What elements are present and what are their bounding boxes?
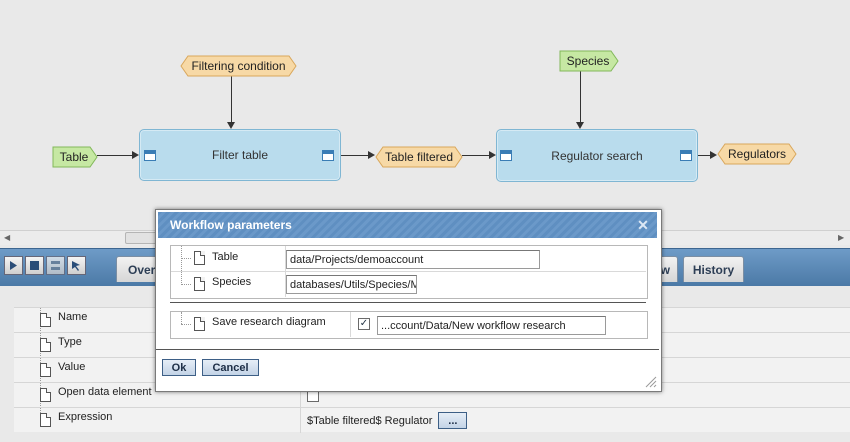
resize-grip-icon[interactable] bbox=[645, 376, 657, 388]
input-node-filtering-condition-label: Filtering condition bbox=[191, 59, 286, 73]
arrow-head bbox=[132, 151, 139, 159]
property-label: Value bbox=[58, 361, 86, 373]
layout-icon bbox=[51, 261, 60, 270]
cancel-button[interactable]: Cancel bbox=[202, 359, 259, 376]
save-research-diagram-checkbox[interactable]: ✓ bbox=[358, 318, 370, 330]
grid-column-divider bbox=[350, 312, 351, 337]
tree-line bbox=[181, 258, 191, 259]
property-label: Open data element bbox=[58, 386, 152, 398]
play-button[interactable] bbox=[4, 256, 23, 275]
step-regulator-search[interactable]: Regulator search bbox=[496, 129, 698, 182]
document-icon bbox=[40, 338, 51, 352]
step-regulator-search-label: Regulator search bbox=[551, 148, 643, 163]
stop-icon bbox=[30, 261, 39, 270]
property-label: Type bbox=[58, 336, 82, 348]
expression-value: $Table filtered$ Regulator bbox=[307, 414, 433, 427]
table-port-icon bbox=[144, 150, 156, 161]
tree-line bbox=[181, 312, 182, 324]
arrow-head bbox=[576, 122, 584, 129]
connector-condition-filter bbox=[231, 76, 232, 123]
document-icon bbox=[40, 388, 51, 402]
connector-filter-output bbox=[340, 155, 368, 156]
save-research-diagram-path[interactable]: ...ccount/Data/New workflow research bbox=[377, 316, 606, 335]
property-value[interactable]: $Table filtered$ Regulator ... bbox=[300, 408, 468, 433]
output-node-table-filtered-label: Table filtered bbox=[384, 150, 454, 164]
table-port-icon bbox=[500, 150, 512, 161]
stop-button[interactable] bbox=[25, 256, 44, 275]
tree-line bbox=[181, 324, 191, 325]
close-icon[interactable]: ✕ bbox=[637, 218, 649, 232]
connector-table-filter bbox=[97, 155, 133, 156]
workflow-canvas[interactable] bbox=[0, 0, 850, 230]
arrow-head bbox=[489, 151, 496, 159]
cursor-icon bbox=[72, 261, 80, 271]
separator bbox=[170, 302, 646, 303]
save-research-diagram-label: Save research diagram bbox=[212, 316, 326, 328]
connector-output-regulator bbox=[462, 155, 489, 156]
output-node-regulators-label: Regulators bbox=[727, 147, 787, 161]
document-icon bbox=[194, 251, 205, 265]
property-label: Expression bbox=[58, 411, 113, 423]
row-divider bbox=[171, 271, 646, 272]
document-icon bbox=[40, 413, 51, 427]
dialog-title: Workflow parameters bbox=[170, 218, 292, 232]
scroll-left-arrow[interactable]: ◀ bbox=[4, 233, 10, 242]
connector-regulator-output bbox=[697, 155, 710, 156]
ok-button[interactable]: Ok bbox=[162, 359, 196, 376]
arrow-head bbox=[368, 151, 375, 159]
tab-overview[interactable]: Overview bbox=[116, 256, 160, 282]
param-label-species: Species bbox=[212, 276, 252, 288]
document-icon bbox=[194, 317, 205, 331]
input-node-species-label: Species bbox=[566, 54, 610, 68]
arrow-head bbox=[227, 122, 235, 129]
play-icon bbox=[10, 261, 17, 270]
param-label-table: Table bbox=[212, 251, 239, 263]
layout-button[interactable] bbox=[46, 256, 65, 275]
param-input-species[interactable]: databases/Utils/Species/M bbox=[286, 275, 417, 294]
scroll-right-arrow[interactable]: ▶ bbox=[838, 233, 844, 242]
tree-line bbox=[181, 246, 182, 285]
separator bbox=[156, 349, 659, 350]
document-icon bbox=[40, 363, 51, 377]
dialog-title-bar[interactable]: Workflow parameters bbox=[158, 212, 657, 238]
connector-species-regulator bbox=[580, 71, 581, 123]
step-filter-table-label: Filter table bbox=[211, 148, 269, 162]
property-label: Name bbox=[58, 311, 88, 323]
step-filter-table[interactable]: Filter table bbox=[139, 129, 341, 181]
tab-history[interactable]: History bbox=[683, 256, 744, 282]
tab-history-label: History bbox=[692, 262, 735, 277]
document-icon bbox=[40, 313, 51, 327]
select-button[interactable] bbox=[67, 256, 86, 275]
expression-edit-button[interactable]: ... bbox=[438, 412, 468, 429]
tree-line bbox=[181, 284, 191, 285]
arrow-head bbox=[710, 151, 717, 159]
param-input-table[interactable]: data/Projects/demoaccount bbox=[286, 250, 540, 269]
table-port-icon bbox=[322, 150, 334, 161]
input-node-table-label: Table bbox=[59, 150, 89, 164]
property-row-expression[interactable]: Expression $Table filtered$ Regulator ..… bbox=[14, 407, 850, 433]
table-port-icon bbox=[680, 150, 692, 161]
document-icon bbox=[194, 277, 205, 291]
